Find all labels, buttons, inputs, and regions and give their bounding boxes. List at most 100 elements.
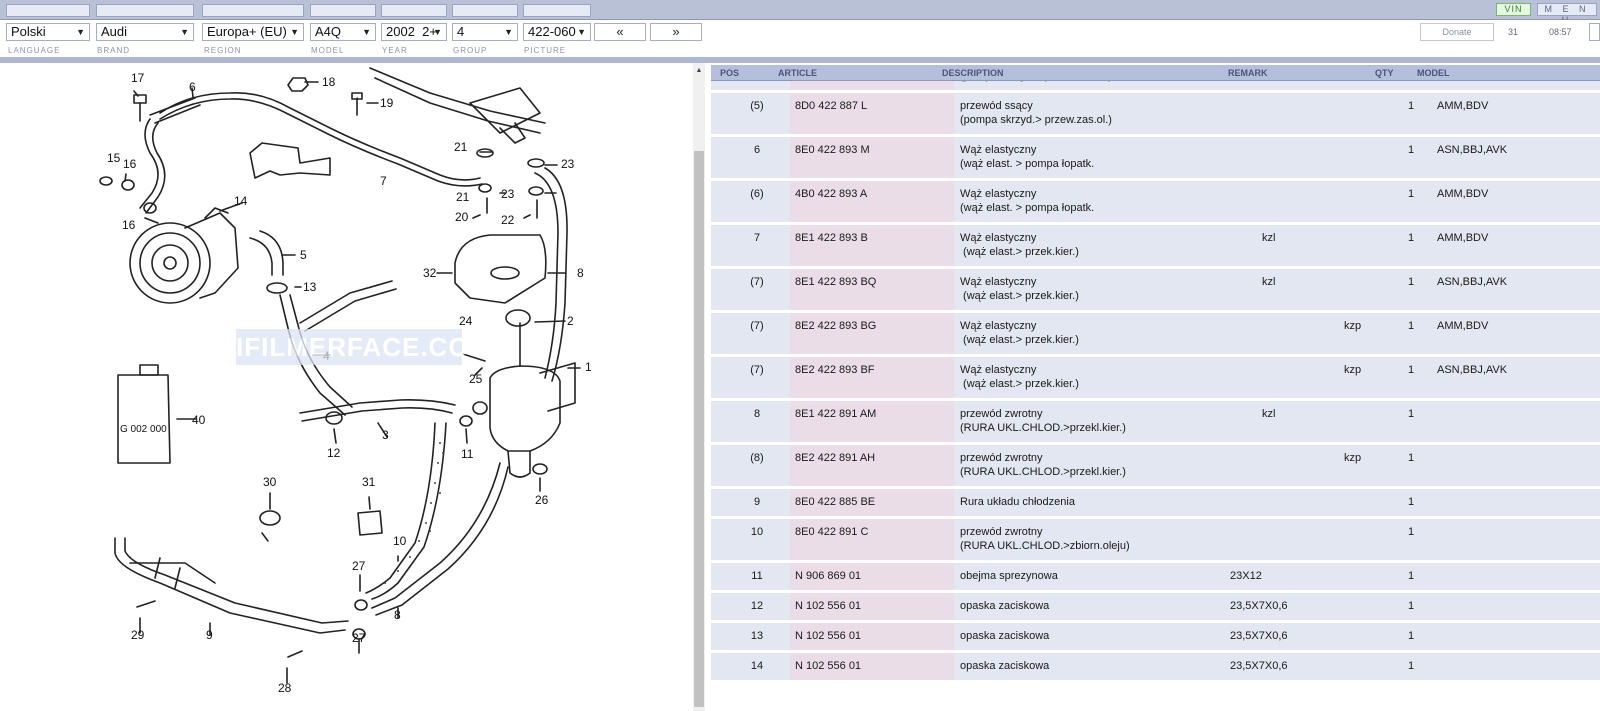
table-row[interactable]: (7) 8E2 422 893 BG Wąż elastyczny (wąż ela… [711,313,1600,357]
callout-19: 19 [380,96,394,110]
parts-table: 58E0 422 887 Dprzewód ssący(pompa skrzyd… [711,65,1600,711]
row-qty: 1 [1407,232,1415,244]
row-remark: kzl [1262,408,1276,420]
scroll-up-icon[interactable]: ▲ [693,66,705,76]
table-row[interactable]: 9 8E0 422 885 BE Rura układu chłodzenia 1 [711,489,1600,519]
row-model: AMM,BDV [1437,188,1489,200]
brand-select[interactable]: Audi ▼ [96,23,194,41]
toolbar-slot-1[interactable] [6,4,90,17]
chevron-down-icon: ▼ [504,27,513,37]
header-description: DESCRIPTION [942,68,1004,78]
group-label: GROUP [453,46,488,55]
table-row[interactable]: 13 N 102 556 01 opaska zaciskowa 23,5X7X0,6… [711,623,1600,653]
row-description: przewód ssący [960,100,1033,112]
callout-23a: 23 [561,157,575,171]
callout-8a: 8 [577,266,584,280]
callout-12: 12 [327,446,341,460]
previous-picture-button[interactable]: « [594,23,646,41]
row-description-detail: (RURA UKL.CHLOD.>zbiorn.oleju) [960,540,1130,552]
toolbar-slot-2[interactable] [96,4,194,17]
region-value: Europa+ (EU) [207,24,287,39]
callout-26: 26 [535,493,549,507]
row-description-detail: (RURA UKL.CHLOD.>przekl.kier.) [960,422,1126,434]
row-remark: kzl [1262,232,1276,244]
row-article: N 906 869 01 [795,570,862,582]
model-select[interactable]: A4Q ▼ [310,23,376,41]
row-description: Wąż elastyczny [960,232,1037,244]
toolbar-slot-5[interactable] [381,4,447,17]
table-row[interactable]: 14 N 102 556 01 opaska zaciskowa 23,5X7X0,6… [711,653,1600,683]
table-row[interactable]: 7 8E1 422 893 B Wąż elastyczny (wąż elast.… [711,225,1600,269]
callout-7: 7 [380,174,387,188]
brand-value: Audi [101,24,128,39]
callout-15: 15 [107,151,121,165]
region-select[interactable]: Europa+ (EU) ▼ [202,23,304,41]
selector-bar: Polski ▼ Audi ▼ Europa+ (EU) ▼ A4Q ▼ 2002 2+… [0,20,1600,45]
table-row[interactable]: 11 N 906 869 01 obejma sprezynowa 23X12 1 [711,563,1600,593]
row-qty: 1 [1407,630,1415,642]
table-row[interactable]: 8 8E1 422 891 AM przewód zwrotny (RURA UKL.… [711,401,1600,445]
row-description: przewód zwrotny [960,452,1043,464]
row-qty: 1 [1407,276,1415,288]
table-row[interactable]: (7) 8E2 422 893 BF Wąż elastyczny (wąż ela… [711,357,1600,401]
row-pos: (5) [750,100,764,112]
toolbar-slot-4[interactable] [310,4,376,17]
table-row[interactable]: 10 8E0 422 891 C przewód zwrotny (RURA UKL.… [711,519,1600,563]
table-row[interactable]: 12 N 102 556 01 opaska zaciskowa 23,5X7X0,6… [711,593,1600,623]
row-remark: kzl [1262,276,1276,288]
row-pos: 8 [753,408,761,420]
row-description-detail: (wąż elast.> przek.kier.) [960,246,1079,258]
row-pos: 10 [750,526,764,538]
clock-time: 08:57 [1549,27,1572,37]
row-remark: kzp [1344,320,1362,332]
next-picture-button[interactable]: » [650,23,702,41]
table-row[interactable]: 6 8E0 422 893 M Wąż elastyczny (wąż elast. … [711,137,1600,181]
row-qty: 1 [1407,408,1415,420]
row-pos: 12 [750,600,764,612]
table-row[interactable]: (8) 8E2 422 891 AH przewód zwrotny (RURA UK… [711,445,1600,489]
callout-32: 32 [423,266,437,280]
row-article: 8D0 422 887 L [795,100,868,112]
parts-diagram[interactable]: 17 6 18 19 15 16 16 14 5 13 4 7 21 23 21… [0,63,688,711]
toolbar-slot-7[interactable] [523,4,591,17]
row-pos: (6) [750,188,764,200]
brand-label: BRAND [97,46,131,55]
group-select[interactable]: 4 ▼ [452,23,518,41]
row-model: AMM,BDV [1437,232,1489,244]
top-toolbar: VIN M E N U [0,0,1600,25]
toolbar-slot-6[interactable] [452,4,518,17]
callout-22: 22 [501,213,515,227]
row-qty: 1 [1407,496,1415,508]
row-pos: 9 [753,496,761,508]
picture-select[interactable]: 422-060 ▼ [523,23,591,41]
callout-16b: 16 [122,218,136,232]
table-row[interactable]: (5) 8D0 422 887 L przewód ssący (pompa skrz… [711,93,1600,137]
table-row[interactable]: (6) 4B0 422 893 A Wąż elastyczny (wąż elast… [711,181,1600,225]
chevron-down-icon: ▼ [362,27,371,37]
row-pos: 7 [753,232,761,244]
chevron-down-icon: ▼ [76,27,85,37]
donate-button[interactable]: Donate [1420,23,1494,41]
row-description: Rura układu chłodzenia [960,496,1075,508]
year-select[interactable]: 2002 2+ ▼ [381,23,447,41]
diagram-scrollbar[interactable]: ▲ [693,63,705,711]
row-remark: 23X12 [1230,570,1262,582]
callout-30: 30 [263,475,277,489]
counter-value: 31 [1508,27,1519,37]
toolbar-slot-3[interactable] [202,4,304,17]
row-qty: 1 [1407,570,1415,582]
model-value: A4Q [315,24,342,39]
vin-button[interactable]: VIN [1496,3,1531,16]
menu-button[interactable]: M E N U [1537,3,1597,25]
table-row[interactable]: (7) 8E1 422 893 BQ Wąż elastyczny (wąż ela… [711,269,1600,313]
language-select[interactable]: Polski ▼ [6,23,90,41]
callout-29: 29 [131,628,145,642]
scroll-thumb[interactable] [694,151,704,707]
callout-21b: 21 [456,190,470,204]
callout-27a: 27 [352,559,366,573]
row-remark: 23,5X7X0,6 [1230,630,1288,642]
end-box[interactable] [1589,23,1600,41]
row-article: N 102 556 01 [795,600,862,612]
language-label: LANGUAGE [8,46,61,55]
callout-6: 6 [189,80,196,94]
